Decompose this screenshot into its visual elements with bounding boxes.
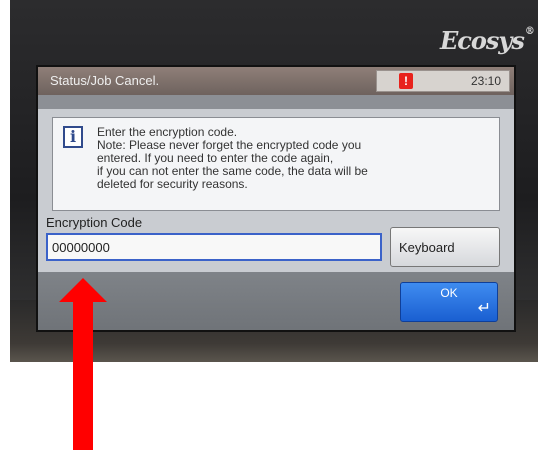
ok-button[interactable]: OK ↵ [400,282,498,322]
red-arrow-head [59,278,107,302]
red-arrow-shaft [73,300,93,450]
status-area[interactable]: ! 23:10 [376,70,510,92]
clock: 23:10 [470,74,501,88]
info-icon: i [63,126,83,148]
screen-title[interactable]: Status/Job Cancel. [50,73,159,88]
enter-icon: ↵ [477,300,491,317]
footer-bar: OK ↵ [38,272,514,330]
title-bar: Status/Job Cancel. ! 23:10 [38,67,514,95]
brand-logo: Ecosys® [440,26,535,55]
encryption-code-input[interactable] [46,233,382,261]
message-box: i Enter the encryption code. Note: Pleas… [52,117,500,211]
sub-bar [38,95,514,109]
alert-icon[interactable]: ! [399,73,413,89]
keyboard-button[interactable]: Keyboard [390,227,500,267]
message-text: Enter the encryption code. Note: Please … [97,126,492,191]
lcd-screen: Status/Job Cancel. ! 23:10 i Enter the e… [36,65,516,332]
message-line: deleted for security reasons. [97,177,248,191]
encryption-code-label: Encryption Code [46,215,143,230]
